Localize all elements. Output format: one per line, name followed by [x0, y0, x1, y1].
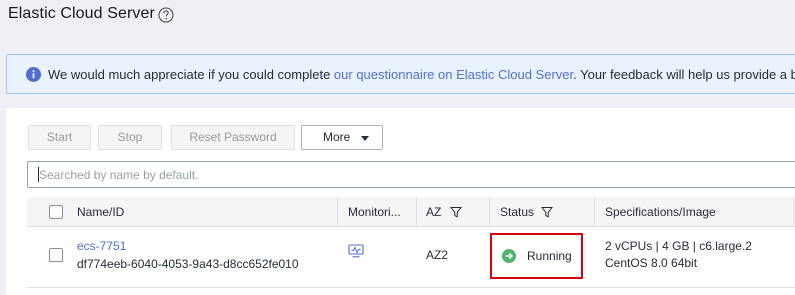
stop-button[interactable]: Stop: [98, 125, 162, 150]
status-filter-icon[interactable]: [541, 206, 553, 218]
az-filter-icon[interactable]: [450, 206, 462, 218]
select-all-checkbox[interactable]: [49, 205, 63, 219]
questionnaire-link[interactable]: our questionnaire on Elastic Cloud Serve…: [334, 67, 573, 82]
question-circle-icon[interactable]: [157, 6, 175, 24]
column-name-id[interactable]: Name/ID: [77, 197, 124, 227]
monitor-icon[interactable]: [348, 244, 364, 258]
page: Elastic Cloud Server We would much appre…: [0, 0, 795, 295]
column-az[interactable]: AZ: [426, 197, 441, 227]
more-dropdown-button[interactable]: More: [301, 125, 383, 150]
search-input[interactable]: [27, 161, 795, 188]
column-divider: [416, 197, 417, 227]
info-icon: [26, 67, 41, 82]
info-banner: We would much appreciate if you could co…: [6, 54, 795, 94]
start-button[interactable]: Start: [28, 125, 91, 150]
more-label: More: [323, 130, 351, 144]
instances-panel: Start Stop Reset Password More Name/ID M…: [6, 108, 795, 295]
running-status-icon: [502, 249, 516, 263]
instance-spec: 2 vCPUs | 4 GB | c6.large.2: [605, 239, 752, 253]
row-checkbox[interactable]: [49, 248, 63, 262]
instance-name-link[interactable]: ecs-7751: [77, 238, 126, 254]
column-monitoring[interactable]: Monitori...: [348, 197, 401, 227]
column-divider: [337, 197, 338, 227]
status-highlight-box: Running: [490, 233, 583, 279]
reset-password-button[interactable]: Reset Password: [171, 125, 295, 150]
column-divider: [793, 197, 794, 227]
banner-text-before: We would much appreciate if you could co…: [48, 67, 334, 82]
column-specifications[interactable]: Specifications/Image: [605, 197, 716, 227]
banner-text: We would much appreciate if you could co…: [48, 67, 795, 83]
caret-down-icon: [361, 136, 369, 141]
instance-image: CentOS 8.0 64bit: [605, 256, 698, 270]
page-title: Elastic Cloud Server: [8, 5, 155, 22]
table-header: Name/ID Monitori... AZ Status Specificat…: [27, 197, 795, 227]
table-row: ecs-7751 df774eeb-6040-4053-9a43-d8cc652…: [27, 228, 795, 288]
instance-id: df774eeb-6040-4053-9a43-d8cc652fe010: [77, 257, 299, 271]
banner-text-after: . Your feedback will help us provide a b…: [573, 67, 795, 82]
text-cursor: [38, 167, 39, 182]
instance-status: Running: [527, 249, 572, 263]
instance-az: AZ2: [426, 248, 449, 262]
column-status[interactable]: Status: [500, 197, 534, 227]
column-divider: [489, 197, 490, 227]
column-divider: [594, 197, 595, 227]
page-header: Elastic Cloud Server: [0, 0, 795, 40]
